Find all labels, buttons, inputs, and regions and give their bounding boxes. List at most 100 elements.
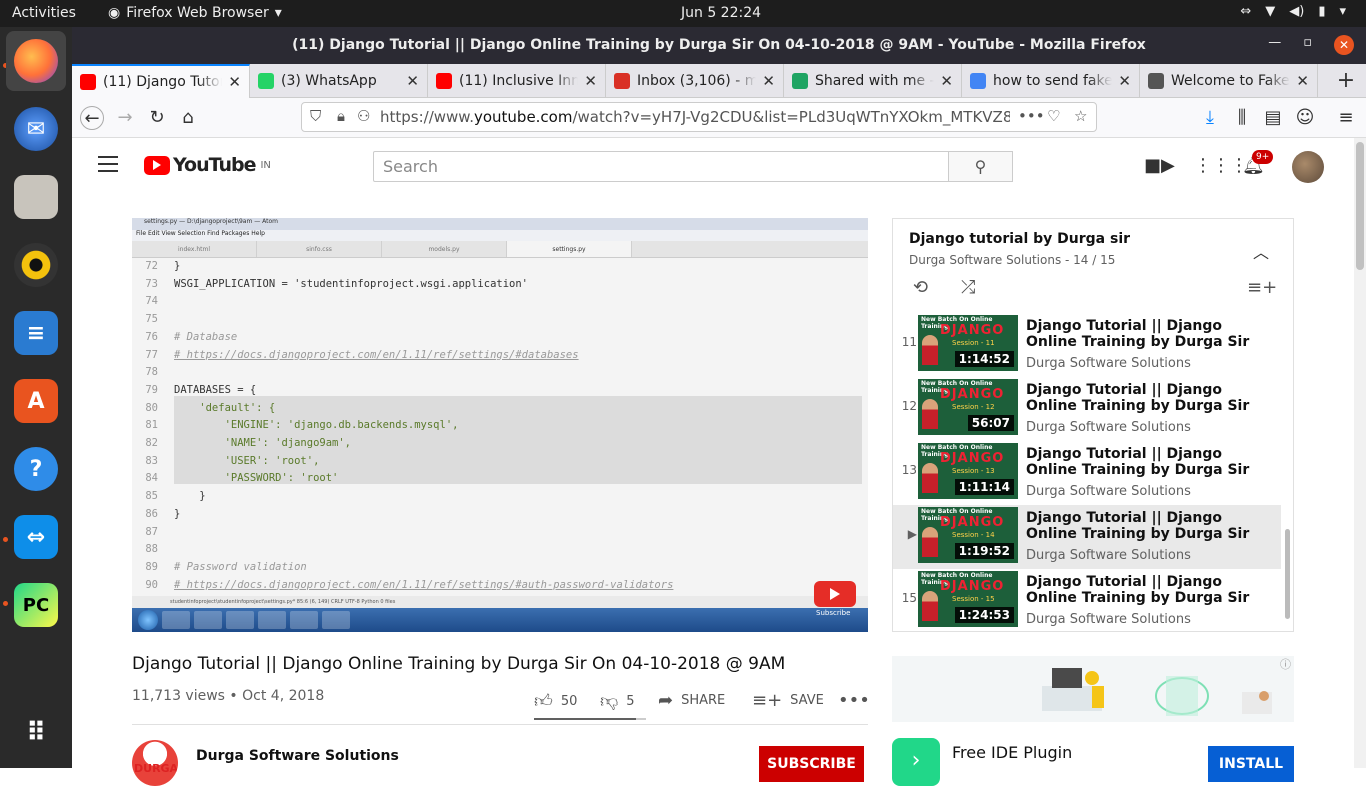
reload-button[interactable]: ↻ <box>145 106 169 130</box>
create-video-icon[interactable]: ■▶ <box>1144 155 1175 176</box>
tab[interactable]: Shared with me - Google Drive ✕ <box>784 64 962 98</box>
system-tray[interactable]: ⇔ ▼ ◀) ▮ ▾ <box>1240 4 1346 19</box>
ad-logo-icon[interactable]: › <box>892 738 940 786</box>
like-button[interactable]: 👍︎ 50 <box>534 690 577 712</box>
loop-icon[interactable]: ⟲ <box>913 277 928 298</box>
dock-files[interactable] <box>6 167 66 227</box>
power-menu-icon[interactable]: ▾ <box>1339 4 1346 19</box>
search-button[interactable]: ⚲ <box>948 151 1013 182</box>
playlist-item[interactable]: 15 New Batch On Online Training DJANGO Sess… <box>893 569 1281 631</box>
tab[interactable]: Inbox (3,106) - mail ✕ <box>606 64 784 98</box>
dislike-button[interactable]: 👎︎ 5 <box>600 690 635 712</box>
video-thumbnail[interactable]: New Batch On Online Training DJANGO Sessio… <box>918 507 1018 563</box>
apps-grid-icon[interactable]: ⋮⋮⋮ <box>1194 155 1248 176</box>
activities-button[interactable]: Activities <box>12 5 76 21</box>
close-tab-icon[interactable]: ✕ <box>762 72 775 90</box>
minimize-button[interactable]: — <box>1268 35 1281 55</box>
close-tab-icon[interactable]: ✕ <box>406 72 419 90</box>
tracking-shield-icon[interactable]: ⛉ <box>310 107 321 125</box>
playlist-add-icon[interactable]: ≡+ <box>1247 277 1277 298</box>
dock-software[interactable]: A <box>6 371 66 431</box>
dock-writer[interactable]: ≡ <box>6 303 66 363</box>
dock-pycharm[interactable]: PC <box>6 575 66 635</box>
permissions-icon[interactable]: ⚇ <box>357 107 370 125</box>
install-button[interactable]: INSTALL <box>1208 746 1294 782</box>
url-bar[interactable]: ⛉ 🔒︎ ⚇ https://www.youtube.com/watch?v=y… <box>301 102 1097 132</box>
playlist-scrollbar[interactable] <box>1285 529 1290 619</box>
maximize-button[interactable]: ▫ <box>1303 35 1312 55</box>
ad-banner-image[interactable] <box>892 656 1294 722</box>
page-actions-icon[interactable]: ••• <box>1018 107 1045 125</box>
close-tab-icon[interactable]: ✕ <box>584 72 597 90</box>
account-icon[interactable]: ☺ <box>1293 106 1317 130</box>
video-thumbnail[interactable]: New Batch On Online Training DJANGO Sessio… <box>918 315 1018 371</box>
playlist-video-title[interactable]: Django Tutorial || Django Online Trainin… <box>1026 382 1271 414</box>
playlist-header: Django tutorial by Durga sir Durga Softw… <box>909 231 1130 267</box>
page-scrollbar[interactable] <box>1354 138 1366 768</box>
youtube-logo[interactable]: YouTube IN <box>144 154 271 176</box>
subscribe-watermark-icon[interactable] <box>814 581 856 607</box>
video-thumbnail[interactable]: New Batch On Online Training DJANGO Sessio… <box>918 379 1018 435</box>
ad-info-icon[interactable]: ⓘ <box>1280 656 1291 672</box>
close-tab-icon[interactable]: ✕ <box>1118 72 1131 90</box>
playlist-video-title[interactable]: Django Tutorial || Django Online Trainin… <box>1026 510 1271 542</box>
close-tab-icon[interactable]: ✕ <box>940 72 953 90</box>
library-icon[interactable]: ⫼ <box>1230 106 1254 130</box>
downloads-icon[interactable]: ⤓ <box>1198 106 1222 130</box>
save-button[interactable]: ≡+ SAVE <box>752 690 824 711</box>
search-input[interactable]: Search <box>373 151 949 182</box>
youtube-icon <box>80 74 96 90</box>
dock-teamviewer[interactable]: ⇔ <box>6 507 66 567</box>
clock[interactable]: Jun 5 22:24 <box>681 5 761 21</box>
playlist-video-title[interactable]: Django Tutorial || Django Online Trainin… <box>1026 318 1271 350</box>
playlist-item[interactable]: 13 New Batch On Online Training DJANGO Sess… <box>893 441 1281 505</box>
dock-help[interactable]: ? <box>6 439 66 499</box>
subscribe-button[interactable]: SUBSCRIBE <box>759 746 864 782</box>
close-window-button[interactable]: ✕ <box>1334 35 1354 55</box>
new-tab-button[interactable]: + <box>1326 64 1366 97</box>
video-player[interactable]: settings.py — D:\djangoproject\9am — Ato… <box>132 218 868 632</box>
menu-icon[interactable]: ≡ <box>1334 106 1358 130</box>
dock-rhythmbox[interactable] <box>6 235 66 295</box>
playlist-video-title[interactable]: Django Tutorial || Django Online Trainin… <box>1026 446 1271 478</box>
close-tab-icon[interactable]: ✕ <box>228 73 241 91</box>
tab[interactable]: Welcome to Faker ✕ <box>1140 64 1318 98</box>
scrollbar-thumb[interactable] <box>1356 142 1364 270</box>
avatar[interactable] <box>1292 151 1324 183</box>
home-button[interactable]: ⌂ <box>176 106 200 130</box>
video-thumbnail[interactable]: New Batch On Online Training DJANGO Sessio… <box>918 571 1018 627</box>
playlist-item[interactable]: ▶ New Batch On Online Training DJANGO Sessi… <box>893 505 1281 569</box>
chevron-up-icon[interactable]: ︿ <box>1253 239 1269 263</box>
channel-avatar[interactable]: DURGA <box>132 740 178 786</box>
share-button[interactable]: ➦ SHARE <box>658 690 725 711</box>
tab[interactable]: how to send faker data ✕ <box>962 64 1140 98</box>
playlist-title[interactable]: Django tutorial by Durga sir <box>909 231 1130 247</box>
dock-firefox[interactable] <box>6 31 66 91</box>
show-applications[interactable]: ⠿ <box>6 703 66 763</box>
playlist-channel[interactable]: Durga Software Solutions <box>909 253 1061 267</box>
forward-button[interactable]: → <box>113 106 137 130</box>
channel-name[interactable]: Durga Software Solutions <box>196 748 399 764</box>
tab[interactable]: (3) WhatsApp ✕ <box>250 64 428 98</box>
playlist-video-title[interactable]: Django Tutorial || Django Online Trainin… <box>1026 574 1271 606</box>
playlist-item[interactable]: 11 New Batch On Online Training DJANGO Sess… <box>893 313 1281 377</box>
video-thumbnail[interactable]: New Batch On Online Training DJANGO Sessio… <box>918 443 1018 499</box>
playlist-item[interactable]: 12 New Batch On Online Training DJANGO Sess… <box>893 377 1281 441</box>
ad-title[interactable]: Free IDE Plugin <box>952 743 1072 762</box>
pocket-icon[interactable]: ♡ <box>1047 107 1060 125</box>
tab[interactable]: (11) Django Tutorial ✕ <box>72 64 250 98</box>
url-text[interactable]: https://www.youtube.com/watch?v=yH7J-Vg2… <box>380 108 1010 126</box>
shuffle-icon[interactable]: ⤮ <box>961 277 975 298</box>
back-button[interactable]: ← <box>80 106 104 130</box>
dock-thunderbird[interactable]: ✉ <box>6 99 66 159</box>
teamviewer-tray-icon[interactable]: ⇔ <box>1240 4 1251 19</box>
bookmark-star-icon[interactable]: ☆ <box>1074 107 1087 125</box>
close-tab-icon[interactable]: ✕ <box>1296 72 1309 90</box>
sidebar-icon[interactable]: ▤ <box>1261 106 1285 130</box>
lock-icon[interactable]: 🔒︎ <box>337 107 345 125</box>
more-actions-button[interactable]: ••• <box>838 690 870 711</box>
app-menu[interactable]: ◉ Firefox Web Browser ▾ <box>108 5 282 21</box>
window-title-bar: (11) Django Tutorial || Django Online Tr… <box>72 27 1366 64</box>
tab[interactable]: (11) Inclusive Innovation ✕ <box>428 64 606 98</box>
guide-menu-icon[interactable] <box>98 156 118 177</box>
